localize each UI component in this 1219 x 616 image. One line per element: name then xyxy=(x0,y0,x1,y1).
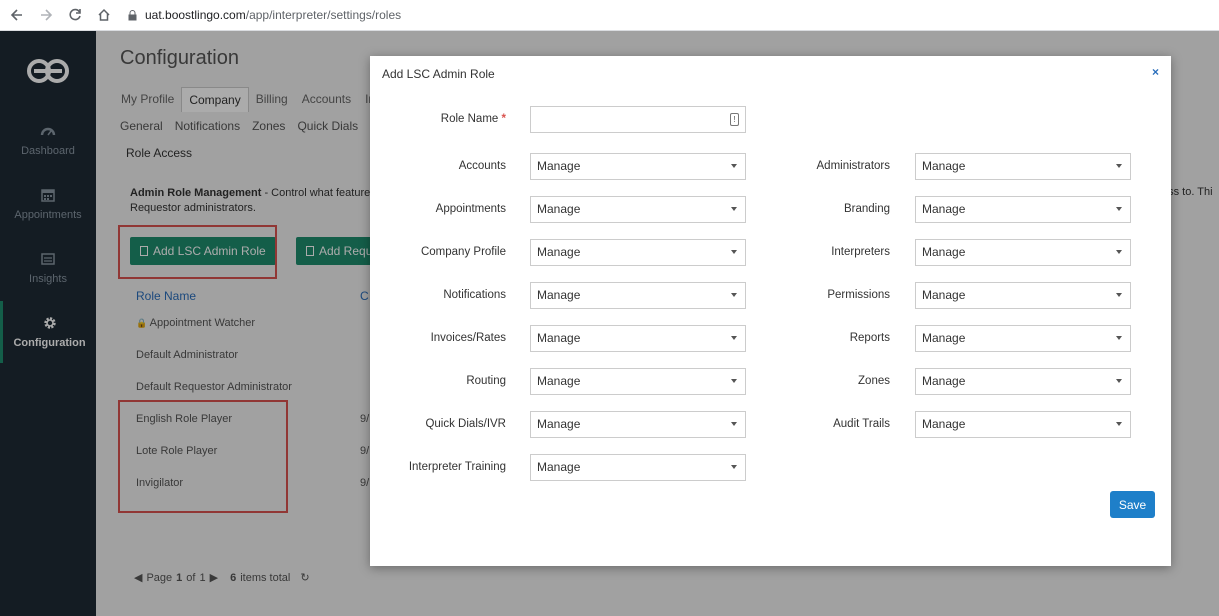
url-path: /app/interpreter/settings/roles xyxy=(245,8,402,22)
field-label: Administrators xyxy=(816,160,891,172)
select-value: Manage xyxy=(922,374,966,388)
select-value: Manage xyxy=(922,159,966,173)
select-value: Manage xyxy=(922,288,966,302)
accounts-select[interactable]: Manage xyxy=(530,153,746,180)
forward-icon[interactable] xyxy=(34,3,58,27)
close-icon[interactable]: × xyxy=(1152,65,1159,79)
interpreter-training-select[interactable]: Manage xyxy=(530,454,746,481)
caret-down-icon xyxy=(731,164,737,168)
select-value: Manage xyxy=(922,202,966,216)
select-value: Manage xyxy=(537,288,581,302)
label-text: Role Name xyxy=(440,113,499,125)
caret-down-icon xyxy=(1116,207,1122,211)
notifications-select[interactable]: Manage xyxy=(530,282,746,309)
field-label: Quick Dials/IVR xyxy=(425,418,506,430)
url-host: uat.boostlingo.com xyxy=(145,8,246,22)
select-value: Manage xyxy=(537,374,581,388)
caret-down-icon xyxy=(731,336,737,340)
required-mark: * xyxy=(501,113,506,125)
reports-select[interactable]: Manage xyxy=(915,325,1131,352)
select-value: Manage xyxy=(922,417,966,431)
caret-down-icon xyxy=(1116,164,1122,168)
caret-down-icon xyxy=(1116,379,1122,383)
field-label: Audit Trails xyxy=(833,418,890,430)
select-value: Manage xyxy=(537,202,581,216)
select-value: Manage xyxy=(537,245,581,259)
company-profile-select[interactable]: Manage xyxy=(530,239,746,266)
caret-down-icon xyxy=(1116,293,1122,297)
field-label: Notifications xyxy=(443,289,506,301)
address-bar[interactable]: uat.boostlingo.com/app/interpreter/setti… xyxy=(128,8,401,22)
field-label: Appointments xyxy=(435,203,506,215)
save-button[interactable]: Save xyxy=(1110,491,1155,518)
select-value: Manage xyxy=(922,245,966,259)
caret-down-icon xyxy=(731,465,737,469)
field-label: Routing xyxy=(466,375,506,387)
select-value: Manage xyxy=(537,331,581,345)
modal-title: Add LSC Admin Role xyxy=(382,67,495,81)
field-label: Branding xyxy=(843,203,890,215)
lock-icon xyxy=(128,9,137,20)
audit-trails-select[interactable]: Manage xyxy=(915,411,1131,438)
role-name-input[interactable]: ! xyxy=(530,106,746,133)
role-name-label: Role Name * xyxy=(410,113,506,125)
field-label: Interpreters xyxy=(831,246,890,258)
interpreters-select[interactable]: Manage xyxy=(915,239,1131,266)
caret-down-icon xyxy=(731,422,737,426)
select-value: Manage xyxy=(537,159,581,173)
branding-select[interactable]: Manage xyxy=(915,196,1131,223)
field-label: Invoices/Rates xyxy=(430,332,506,344)
back-icon[interactable] xyxy=(5,3,29,27)
select-value: Manage xyxy=(922,331,966,345)
appointments-select[interactable]: Manage xyxy=(530,196,746,223)
select-value: Manage xyxy=(537,460,581,474)
field-label: Accounts xyxy=(458,160,506,172)
caret-down-icon xyxy=(731,250,737,254)
caret-down-icon xyxy=(1116,422,1122,426)
field-label: Interpreter Training xyxy=(408,461,506,473)
caret-down-icon xyxy=(1116,250,1122,254)
permissions-select[interactable]: Manage xyxy=(915,282,1131,309)
administrators-select[interactable]: Manage xyxy=(915,153,1131,180)
reload-icon[interactable] xyxy=(63,3,87,27)
caret-down-icon xyxy=(731,379,737,383)
home-icon[interactable] xyxy=(92,3,116,27)
quick-dials-ivr-select[interactable]: Manage xyxy=(530,411,746,438)
caret-down-icon xyxy=(731,293,737,297)
select-value: Manage xyxy=(537,417,581,431)
add-lsc-admin-role-modal: Add LSC Admin Role × Role Name * ! Accou… xyxy=(370,56,1171,566)
caret-down-icon xyxy=(731,207,737,211)
field-label: Reports xyxy=(849,332,890,344)
caret-down-icon xyxy=(1116,336,1122,340)
browser-toolbar: uat.boostlingo.com/app/interpreter/setti… xyxy=(0,0,1219,31)
field-label: Company Profile xyxy=(420,246,506,258)
zones-select[interactable]: Manage xyxy=(915,368,1131,395)
field-label: Zones xyxy=(858,375,890,387)
invoices-rates-select[interactable]: Manage xyxy=(530,325,746,352)
routing-select[interactable]: Manage xyxy=(530,368,746,395)
autofill-icon[interactable]: ! xyxy=(730,113,739,126)
field-label: Permissions xyxy=(827,289,890,301)
